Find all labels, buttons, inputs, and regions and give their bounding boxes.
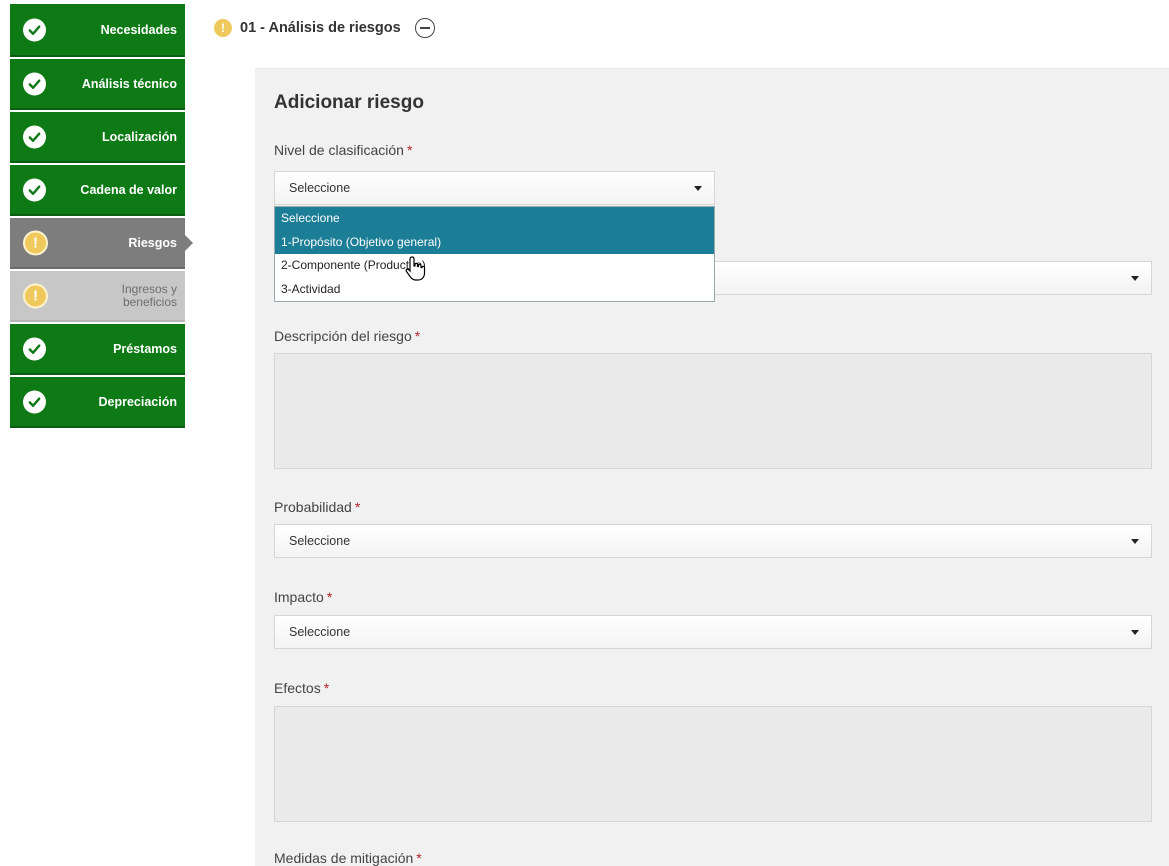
impacto-select[interactable]: Seleccione [274, 615, 1152, 649]
step-necesidades[interactable]: Necesidades [10, 4, 185, 57]
step-analisis-tecnico[interactable]: Análisis técnico [10, 59, 185, 110]
dropdown-option[interactable]: 2-Componente (Productos) [275, 254, 714, 278]
impacto-label: Impacto * [274, 589, 333, 605]
efectos-label: Efectos * [274, 680, 330, 696]
warning-icon: ! [214, 19, 232, 37]
step-ingresos-beneficios: ! Ingresos y beneficios [10, 271, 185, 322]
step-label: Préstamos [113, 341, 177, 356]
dropdown-option[interactable]: 3-Actividad [275, 278, 714, 302]
nivel-select-value: Seleccione [289, 181, 351, 195]
caret-down-icon [1131, 539, 1139, 544]
warning-icon: ! [23, 283, 48, 308]
medidas-label: Medidas de mitigación * [274, 850, 422, 866]
hand-cursor-icon [405, 256, 426, 281]
dropdown-option[interactable]: Seleccione [275, 207, 714, 231]
dropdown-option-highlighted[interactable]: 1-Propósito (Objetivo general) [275, 230, 714, 254]
probabilidad-label: Probabilidad * [274, 499, 361, 515]
caret-down-icon [1131, 630, 1139, 635]
descripcion-label: Descripción del riesgo * [274, 328, 421, 344]
check-icon [23, 125, 46, 148]
check-icon [23, 390, 46, 413]
form-title: Adicionar riesgo [274, 92, 424, 113]
section-title: 01 - Análisis de riesgos [240, 20, 401, 36]
step-label: Localización [101, 129, 177, 144]
step-label: Ingresos y beneficios [121, 281, 177, 309]
nivel-dropdown-list: Seleccione 1-Propósito (Objetivo general… [274, 206, 715, 302]
caret-down-icon [694, 186, 702, 191]
nivel-select[interactable]: Seleccione [274, 171, 715, 205]
step-label: Depreciación [98, 394, 177, 409]
step-cadena-de-valor[interactable]: Cadena de valor [10, 165, 185, 216]
impacto-select-value: Seleccione [289, 625, 351, 639]
warning-icon: ! [23, 230, 48, 255]
check-icon [23, 72, 46, 95]
probabilidad-select[interactable]: Seleccione [274, 524, 1152, 558]
step-depreciacion[interactable]: Depreciación [10, 377, 185, 428]
wizard-sidebar: Necesidades Análisis técnico Localizació… [10, 0, 185, 430]
caret-down-icon [1131, 276, 1139, 281]
probabilidad-select-value: Seleccione [289, 534, 351, 548]
step-label: Necesidades [100, 22, 177, 37]
section-header: ! 01 - Análisis de riesgos [214, 14, 435, 42]
efectos-textarea[interactable] [274, 706, 1152, 822]
collapse-icon[interactable] [414, 18, 435, 38]
check-icon [23, 337, 46, 360]
step-riesgos[interactable]: ! Riesgos [10, 218, 185, 269]
form-panel: Adicionar riesgo Nivel de clasificación *… [255, 68, 1169, 866]
descripcion-textarea[interactable] [274, 353, 1152, 469]
step-label: Cadena de valor [80, 182, 177, 197]
nivel-label: Nivel de clasificación * [274, 142, 413, 158]
step-label: Análisis técnico [81, 76, 177, 91]
check-icon [23, 18, 46, 41]
check-icon [23, 178, 46, 201]
step-localizacion[interactable]: Localización [10, 112, 185, 163]
step-prestamos[interactable]: Préstamos [10, 324, 185, 375]
step-label: Riesgos [128, 235, 177, 250]
